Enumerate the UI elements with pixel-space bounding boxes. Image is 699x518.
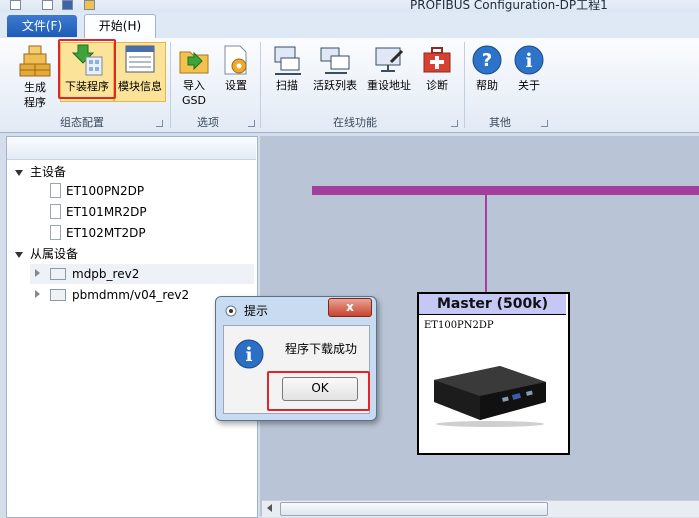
settings-button[interactable]: 设置 [218, 44, 254, 93]
app-icon [10, 0, 21, 10]
expand-arrow-icon[interactable] [15, 252, 23, 258]
collapse-arrow-icon[interactable] [35, 269, 40, 277]
open-folder-icon[interactable] [84, 0, 95, 10]
monitor-edit-icon [375, 47, 404, 72]
folder-import-icon [179, 51, 209, 74]
device-image [434, 366, 546, 427]
dialog-app-icon [225, 305, 237, 317]
active-list-button[interactable]: 活跃列表 [310, 44, 360, 93]
dialog-close-button[interactable]: x [328, 298, 372, 317]
diagnose-button[interactable]: 诊断 [420, 44, 454, 93]
ribbon-separator [464, 42, 465, 128]
svg-text:i: i [245, 344, 252, 366]
dialog-title: 提示 [244, 304, 269, 318]
reset-address-button[interactable]: 重设地址 [364, 44, 414, 93]
first-aid-kit-icon [423, 47, 451, 73]
reset-address-label: 重设地址 [367, 79, 411, 92]
tree-master-item[interactable]: ET102MT2DP [66, 223, 146, 243]
help-label: 帮助 [476, 79, 498, 92]
tab-home[interactable]: 开始(H) [84, 14, 156, 39]
module-info-button[interactable]: 模块信息 [114, 42, 166, 102]
device-doc-icon [50, 183, 61, 198]
import-label-2: GSD [182, 94, 206, 107]
group-launcher-icon[interactable] [451, 120, 458, 127]
info-icon: i [234, 339, 264, 369]
profibus-line [312, 186, 699, 195]
computers-list-icon [320, 47, 350, 74]
window-title: PROFIBUS Configuration-DP工程1 [410, 0, 608, 12]
title-bar: PROFIBUS Configuration-DP工程1 [0, 0, 699, 12]
gear-document-icon [224, 45, 247, 75]
tree-master-item[interactable]: ET100PN2DP [66, 181, 144, 201]
help-button[interactable]: ? 帮助 [470, 44, 504, 93]
module-window-icon [125, 45, 155, 73]
module-info-label: 模块信息 [118, 80, 162, 93]
device-doc-icon [50, 204, 61, 219]
group-label-other: 其他 [489, 116, 511, 129]
tab-file[interactable]: 文件(F) [7, 15, 77, 37]
scan-label: 扫描 [276, 79, 298, 92]
generate-label-1: 生成 [24, 81, 46, 94]
diagnose-label: 诊断 [426, 79, 448, 92]
expand-arrow-icon[interactable] [15, 170, 23, 176]
tree-slave-group[interactable]: 从属设备 [30, 244, 78, 264]
generate-program-button[interactable]: 生成 程序 [12, 44, 58, 110]
save-icon[interactable] [62, 0, 73, 10]
import-gsd-button[interactable]: 导入 GSD [174, 44, 214, 108]
dialog-message: 程序下载成功 [285, 342, 358, 356]
scrollbar-thumb[interactable] [280, 502, 548, 516]
collapse-arrow-icon[interactable] [35, 290, 40, 298]
active-list-label: 活跃列表 [313, 79, 357, 92]
tree-slave-item[interactable]: mdpb_rev2 [72, 264, 139, 284]
help-question-icon: ? [472, 45, 502, 75]
group-launcher-icon[interactable] [541, 120, 548, 127]
tree-header [7, 137, 256, 160]
import-label-1: 导入 [183, 79, 205, 92]
master-card-title: Master (500k) [419, 294, 566, 315]
slave-device-icon [50, 268, 66, 280]
ribbon-separator [170, 42, 171, 128]
brick-wall-icon [19, 45, 51, 77]
scroll-left-icon[interactable] [267, 504, 272, 512]
tree-master-item[interactable]: ET101MR2DP [66, 202, 147, 222]
ribbon-separator [260, 42, 261, 128]
scan-button[interactable]: 扫描 [268, 44, 306, 93]
info-icon: i [514, 45, 544, 75]
group-label-config: 组态配置 [60, 116, 104, 129]
settings-label: 设置 [225, 79, 247, 92]
generate-label-2: 程序 [24, 96, 46, 109]
tree-slave-item[interactable]: pbmdmm/v04_rev2 [72, 285, 189, 305]
network-scan-icon [274, 46, 301, 75]
slave-device-icon [50, 289, 66, 301]
new-file-icon[interactable] [42, 0, 53, 10]
about-label: 关于 [518, 79, 540, 92]
group-label-options: 选项 [197, 116, 219, 129]
master-card-device: ET100PN2DP [424, 320, 494, 331]
group-label-online: 在线功能 [333, 116, 377, 129]
about-button[interactable]: i 关于 [512, 44, 546, 93]
group-launcher-icon[interactable] [248, 120, 255, 127]
group-launcher-icon[interactable] [156, 120, 163, 127]
bus-drop-line [485, 195, 487, 293]
svg-text:?: ? [482, 50, 492, 71]
device-doc-icon [50, 225, 61, 240]
svg-text:i: i [525, 50, 532, 72]
download-highlight [58, 39, 116, 99]
ok-highlight [267, 371, 370, 411]
tree-master-group[interactable]: 主设备 [30, 162, 66, 182]
